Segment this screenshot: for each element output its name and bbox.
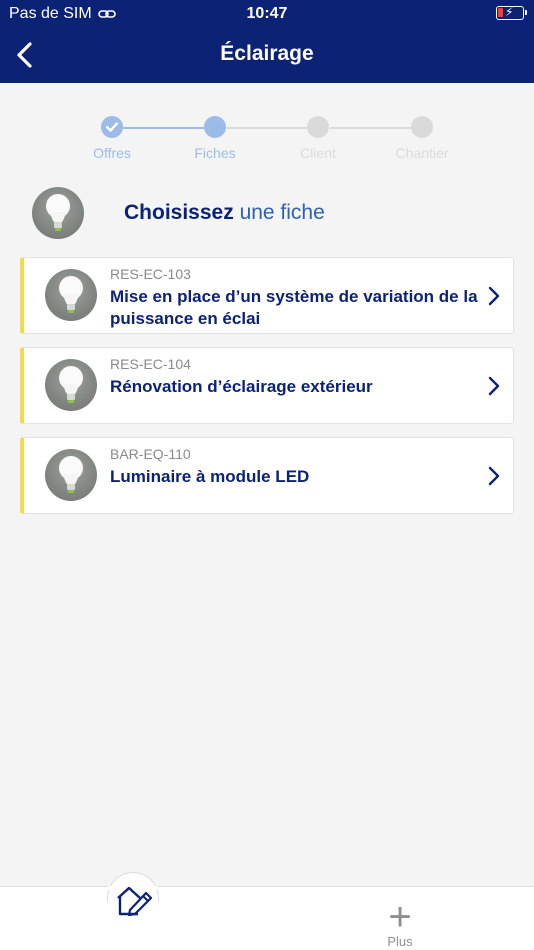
section-header: Choisissez une fiche bbox=[32, 185, 502, 241]
choose-fiche-heading: Choisissez une fiche bbox=[124, 201, 325, 225]
tab-plus-button[interactable]: + Plus bbox=[370, 895, 430, 949]
fiche-card[interactable]: BAR-EQ-110 Luminaire à module LED bbox=[20, 437, 514, 514]
fiche-code: RES-EC-104 bbox=[110, 356, 191, 372]
status-bar: Pas de SIM 10:47 ⚡ bbox=[0, 0, 534, 28]
step-current-dot bbox=[204, 116, 226, 138]
step-label: Fiches bbox=[194, 145, 236, 161]
tab-edit-button[interactable] bbox=[114, 880, 154, 920]
step-fiches: Fiches bbox=[163, 116, 267, 161]
step-label: Offres bbox=[93, 145, 131, 161]
step-offres: Offres bbox=[60, 116, 164, 161]
fiche-title: Mise en place d’un système de variation … bbox=[110, 287, 478, 328]
step-client: Client bbox=[266, 116, 370, 161]
chevron-right-icon bbox=[488, 286, 500, 306]
heading-prefix: Choisissez bbox=[124, 201, 234, 224]
status-time: 10:47 bbox=[246, 5, 288, 22]
charging-bolt-icon: ⚡ bbox=[505, 5, 514, 19]
step-pending-dot bbox=[307, 116, 329, 138]
plus-icon: + bbox=[388, 895, 412, 939]
tab-bar bbox=[0, 886, 534, 950]
lightbulb-icon bbox=[45, 449, 97, 501]
fiche-code: RES-EC-103 bbox=[110, 266, 191, 282]
fiche-card[interactable]: RES-EC-104 Rénovation d’éclairage extéri… bbox=[20, 347, 514, 424]
step-label: Client bbox=[300, 145, 336, 161]
fiche-code: BAR-EQ-110 bbox=[110, 446, 191, 462]
checkmark-icon bbox=[105, 122, 119, 132]
step-done-dot bbox=[101, 116, 123, 138]
fiche-card[interactable]: RES-EC-103 Mise en place d’un système de… bbox=[20, 257, 514, 334]
step-label: Chantier bbox=[395, 145, 449, 161]
battery-level bbox=[498, 8, 503, 17]
step-pending-dot bbox=[411, 116, 433, 138]
progress-stepper: Offres Fiches Client Chantier bbox=[60, 116, 474, 166]
page-title: Éclairage bbox=[220, 42, 314, 65]
fiche-title: Luminaire à module LED bbox=[110, 467, 310, 486]
battery-icon: ⚡ bbox=[496, 5, 527, 20]
lightbulb-icon bbox=[45, 269, 97, 321]
edit-document-icon bbox=[117, 886, 153, 917]
tab-plus-label: Plus bbox=[387, 934, 413, 949]
nav-bar: Éclairage bbox=[0, 28, 534, 83]
heading-accent: une fiche bbox=[239, 201, 325, 224]
lightbulb-icon bbox=[45, 359, 97, 411]
chevron-right-icon bbox=[488, 466, 500, 486]
step-chantier: Chantier bbox=[370, 116, 474, 161]
chevron-right-icon bbox=[488, 376, 500, 396]
lightbulb-icon bbox=[32, 187, 84, 239]
fiche-title: Rénovation d’éclairage extérieur bbox=[110, 377, 373, 396]
